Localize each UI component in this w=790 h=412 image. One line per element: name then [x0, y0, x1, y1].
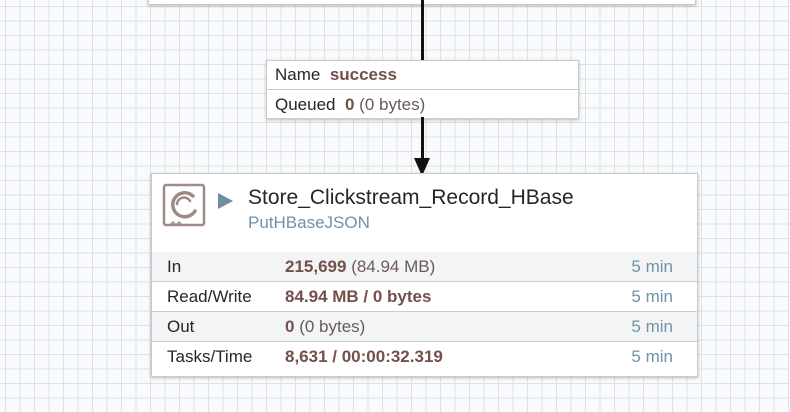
processor-stats: In 215,699 (84.94 MB) 5 min Read/Write 8…	[152, 252, 697, 371]
stat-value: 84.94 MB / 0 bytes	[285, 282, 431, 311]
connection-queued-label: Queued	[275, 95, 336, 114]
connection-name-row: Name success	[267, 61, 578, 89]
stat-time: 5 min	[631, 347, 673, 366]
connection-queued-count: 0	[344, 95, 355, 114]
stat-row-read-write: Read/Write 84.94 MB / 0 bytes 5 min	[152, 281, 697, 311]
connection-name-label: Name	[275, 65, 321, 84]
connection-name-value: success	[329, 65, 397, 84]
stat-time: 5 min	[631, 257, 673, 276]
processor-name: Store_Clickstream_Record_HBase	[248, 186, 574, 209]
processor-type: PutHBaseJSON	[248, 213, 370, 232]
play-icon	[218, 193, 233, 209]
stat-label: Out	[167, 317, 195, 336]
stat-value-main: 84.94 MB / 0 bytes	[285, 287, 432, 306]
stat-label: In	[167, 257, 182, 276]
stat-row-in: In 215,699 (84.94 MB) 5 min	[152, 252, 697, 281]
stat-time: 5 min	[631, 287, 673, 306]
connection-queued-row: Queued 0 (0 bytes)	[267, 89, 578, 118]
stat-row-out: Out 0 (0 bytes) 5 min	[152, 311, 697, 341]
connection-line-lower[interactable]	[421, 117, 424, 161]
stat-value: 0 (0 bytes)	[285, 312, 365, 341]
stat-time: 5 min	[631, 317, 673, 336]
connection-line-upper[interactable]	[421, 0, 424, 60]
stat-value-main: 8,631 / 00:00:32.319	[285, 347, 443, 366]
connection-label[interactable]: Name success Queued 0 (0 bytes)	[266, 60, 579, 119]
stat-value: 215,699 (84.94 MB)	[285, 252, 435, 281]
stat-value-main: 215,699	[285, 257, 347, 276]
stat-label: Read/Write	[167, 287, 252, 306]
processor-component[interactable]: Store_Clickstream_Record_HBase PutHBaseJ…	[151, 173, 698, 377]
stat-value-extra: (84.94 MB)	[351, 257, 436, 276]
stat-row-tasks-time: Tasks/Time 8,631 / 00:00:32.319 5 min	[152, 341, 697, 371]
stat-value-extra: (0 bytes)	[299, 317, 366, 336]
connection-queued-size: (0 bytes)	[359, 95, 426, 114]
processor-icon	[162, 183, 206, 227]
stat-label: Tasks/Time	[167, 347, 253, 366]
stat-value: 8,631 / 00:00:32.319	[285, 342, 443, 371]
stat-value-main: 0	[285, 317, 295, 336]
